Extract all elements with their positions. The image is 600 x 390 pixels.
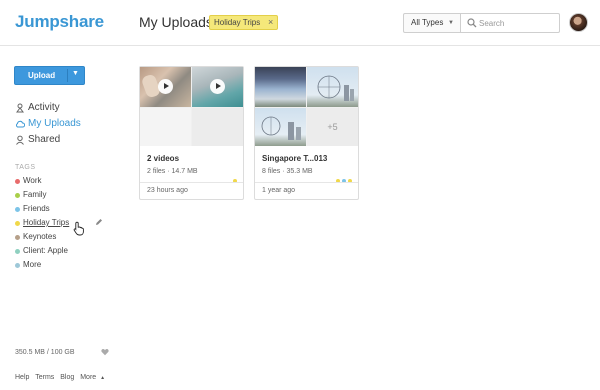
page-title: My Uploads [139, 14, 213, 30]
upload-card[interactable]: 2 videos 2 files · 14.7 MB 23 hours ago [139, 66, 244, 200]
tag-color-dot [15, 249, 20, 254]
tag-label: Friends [23, 204, 50, 213]
card-meta: 2 files · 14.7 MB [147, 168, 198, 175]
upload-options-caret-icon[interactable]: ▼ [72, 70, 79, 77]
tag-color-dot [15, 221, 20, 226]
play-icon[interactable] [210, 79, 225, 94]
edit-tag-pencil-icon[interactable] [95, 218, 103, 226]
search-box[interactable] [460, 13, 560, 33]
ferris-wheel-graphic [317, 75, 354, 101]
footer-terms-link[interactable]: Terms [35, 374, 54, 381]
user-avatar[interactable] [569, 13, 588, 32]
tag-color-dot [15, 263, 20, 268]
tags-heading: TAGS [15, 164, 36, 171]
top-bar: Jumpshare My Uploads Holiday Trips × All… [0, 0, 600, 46]
tag-color-dot [15, 207, 20, 212]
card-tag-dots [231, 170, 237, 183]
tag-label: Family [23, 190, 47, 199]
type-filter-value: All Types [411, 18, 444, 27]
card-divider [140, 182, 243, 183]
video-thumbnail[interactable] [140, 67, 191, 107]
tag-label: More [23, 260, 42, 269]
card-title[interactable]: 2 videos [147, 154, 179, 163]
hand-cursor-icon [73, 221, 84, 236]
card-tag-dots [334, 170, 352, 183]
storage-usage: 350.5 MB / 100 GB [15, 349, 75, 356]
logo[interactable]: Jumpshare [15, 12, 104, 32]
footer-help-link[interactable]: Help [15, 374, 29, 381]
cloud-icon [15, 120, 25, 128]
caret-down-icon: ▼ [448, 20, 454, 26]
type-filter-select[interactable]: All Types ▼ [403, 13, 461, 33]
button-divider [67, 69, 68, 82]
tag-label: Holiday Trips [23, 218, 70, 227]
search-icon [467, 18, 477, 28]
filter-tag-label: Holiday Trips [214, 18, 261, 27]
upload-button[interactable]: Upload ▼ [14, 66, 85, 85]
tag-color-dot [15, 179, 20, 184]
upload-card[interactable]: +5 Singapore T...013 8 files · 35.3 MB 1… [254, 66, 359, 200]
tag-label: Keynotes [23, 232, 57, 241]
caret-up-icon[interactable]: ▲ [100, 375, 105, 381]
footer-blog-link[interactable]: Blog [60, 374, 74, 381]
tag-label: Client: Apple [23, 246, 68, 255]
play-icon[interactable] [158, 79, 173, 94]
heart-icon[interactable] [101, 348, 109, 356]
person-icon [16, 135, 24, 145]
empty-thumbnail-slot [140, 108, 191, 146]
card-thumbnails [140, 67, 243, 146]
image-thumbnail[interactable] [255, 108, 306, 146]
activity-icon [16, 103, 24, 113]
card-title[interactable]: Singapore T...013 [262, 154, 327, 163]
image-thumbnail[interactable] [255, 67, 306, 107]
remove-filter-button[interactable]: × [268, 16, 273, 29]
more-files-count[interactable]: +5 [307, 108, 358, 146]
sidebar: Upload ▼ Activity My Uploads Shared TAGS… [0, 47, 120, 390]
tag-label: Work [23, 176, 42, 185]
card-timestamp: 1 year ago [262, 187, 296, 194]
empty-thumbnail-slot [192, 108, 243, 146]
tag-color-dot [15, 235, 20, 240]
active-filter-tag: Holiday Trips × [209, 15, 279, 30]
nav-activity-label: Activity [28, 102, 60, 113]
card-divider [255, 182, 358, 183]
footer-links: Help Terms Blog More ▲ [15, 374, 109, 381]
card-meta: 8 files · 35.3 MB [262, 168, 313, 175]
footer-more-link[interactable]: More [80, 374, 96, 381]
card-timestamp: 23 hours ago [147, 187, 188, 194]
search-input[interactable] [479, 16, 557, 30]
nav-my-uploads-label: My Uploads [28, 118, 81, 129]
nav-shared-label: Shared [28, 134, 61, 145]
upload-button-label: Upload [28, 71, 56, 80]
card-thumbnails: +5 [255, 67, 358, 146]
image-thumbnail[interactable] [307, 67, 358, 107]
video-thumbnail[interactable] [192, 67, 243, 107]
tag-color-dot [15, 193, 20, 198]
ferris-wheel-graphic [261, 116, 301, 140]
